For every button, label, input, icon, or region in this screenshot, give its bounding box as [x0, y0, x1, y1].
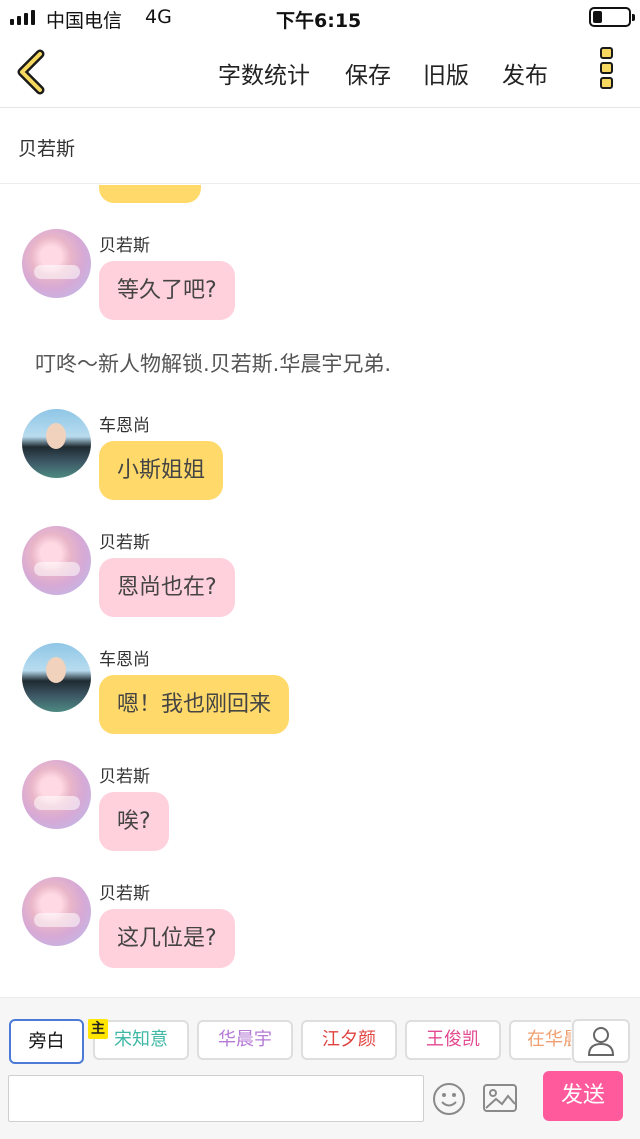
- network-type: 4G: [145, 6, 172, 28]
- avatar[interactable]: [22, 760, 91, 829]
- character-chip-narrator[interactable]: 旁白: [9, 1019, 84, 1064]
- image-button[interactable]: [482, 1083, 518, 1117]
- chat-area[interactable]: 贝若斯 等久了吧? 叮咚～新人物解锁.贝若斯.华晨宇兄弟. 车恩尚 小斯姐姐 贝…: [0, 185, 640, 997]
- save-button[interactable]: 保存: [345, 56, 391, 90]
- message-bubble[interactable]: 恩尚也在?: [99, 558, 235, 617]
- character-chip[interactable]: 在华晨: [509, 1020, 571, 1060]
- carrier-name: 中国电信: [46, 10, 123, 32]
- character-chip[interactable]: 江夕颜: [301, 1020, 397, 1060]
- avatar[interactable]: [22, 643, 91, 712]
- speaker-name: 贝若斯: [99, 884, 150, 904]
- publish-button[interactable]: 发布: [502, 56, 548, 90]
- status-time: 下午6:15: [276, 10, 362, 32]
- more-button[interactable]: [595, 47, 617, 97]
- speaker-name: 车恩尚: [99, 650, 150, 670]
- back-button[interactable]: [12, 48, 52, 96]
- page-title: 贝若斯: [18, 138, 76, 160]
- status-bar: 中国电信 4G 下午6:15: [0, 0, 640, 36]
- avatar[interactable]: [22, 229, 91, 298]
- signal-icon: [10, 9, 35, 25]
- message-bubble[interactable]: 唉?: [99, 792, 169, 851]
- message-bubble[interactable]: 这几位是?: [99, 909, 235, 968]
- speaker-name: 贝若斯: [99, 533, 150, 553]
- avatar[interactable]: [22, 409, 91, 478]
- avatar[interactable]: [22, 526, 91, 595]
- host-badge: 主: [88, 1019, 108, 1039]
- send-button[interactable]: 发送: [543, 1071, 623, 1121]
- partial-message-bubble: [99, 185, 201, 203]
- more-vertical-icon: [599, 47, 613, 59]
- title-bar: 贝若斯: [0, 108, 640, 184]
- chevron-left-icon: [17, 49, 45, 95]
- composer-bar: 旁白 宋知意 主 华晨宇 江夕颜 王俊凯 在华晨 发送: [0, 997, 640, 1139]
- battery-icon: [589, 7, 635, 27]
- message-bubble[interactable]: 等久了吧?: [99, 261, 235, 320]
- nav-bar: 字数统计 保存 旧版 发布: [0, 36, 640, 108]
- character-chip[interactable]: 华晨宇: [197, 1020, 293, 1060]
- emoji-button[interactable]: [432, 1082, 466, 1120]
- character-chip[interactable]: 王俊凯: [405, 1020, 501, 1060]
- old-version-button[interactable]: 旧版: [423, 56, 469, 90]
- speaker-name: 贝若斯: [99, 236, 150, 256]
- narration-text: 叮咚～新人物解锁.贝若斯.华晨宇兄弟.: [35, 352, 392, 376]
- message-bubble[interactable]: 小斯姐姐: [99, 441, 224, 500]
- speaker-name: 车恩尚: [99, 416, 150, 436]
- person-icon: [587, 1027, 615, 1056]
- message-bubble[interactable]: 嗯！我也刚回来: [99, 675, 290, 734]
- image-icon: [483, 1084, 517, 1112]
- word-count-button[interactable]: 字数统计: [218, 56, 310, 90]
- message-input[interactable]: [8, 1075, 424, 1122]
- smiley-icon: [433, 1083, 465, 1115]
- avatar[interactable]: [22, 877, 91, 946]
- contact-button[interactable]: [572, 1019, 630, 1063]
- speaker-name: 贝若斯: [99, 767, 150, 787]
